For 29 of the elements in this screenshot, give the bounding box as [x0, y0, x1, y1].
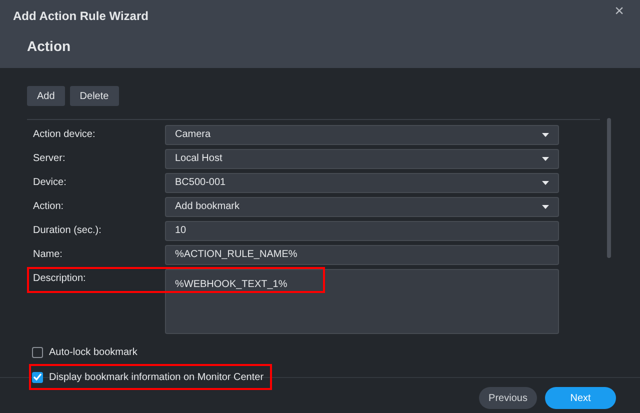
- caret-icon: [542, 157, 549, 161]
- field-label: Action device:: [32, 128, 96, 142]
- field-label: Device:: [32, 176, 68, 190]
- dropdown[interactable]: Camera: [165, 125, 559, 145]
- field-label: Duration (sec.):: [32, 224, 102, 238]
- previous-button[interactable]: Previous: [479, 387, 537, 409]
- toolbar-button[interactable]: Add: [27, 86, 65, 106]
- field-label: Name:: [32, 248, 64, 262]
- text-area[interactable]: %WEBHOOK_TEXT_1%: [165, 269, 559, 334]
- step-title: Action: [27, 37, 71, 56]
- checkbox-label: Display bookmark information on Monitor Center: [49, 370, 264, 384]
- caret-icon: [542, 181, 549, 185]
- field-label: Action:: [32, 200, 65, 214]
- caret-icon: [542, 205, 549, 209]
- dropdown[interactable]: Add bookmark: [165, 197, 559, 217]
- scrollbar[interactable]: [607, 118, 611, 258]
- checkbox[interactable]: [32, 372, 43, 382]
- close-button[interactable]: ×: [610, 4, 628, 20]
- dropdown[interactable]: BC500-001: [165, 173, 559, 193]
- caret-icon: [542, 133, 549, 137]
- input-field[interactable]: 10: [165, 221, 559, 241]
- checkbox-label: Auto-lock bookmark: [49, 346, 138, 360]
- window-title: Add Action Rule Wizard: [13, 8, 148, 25]
- checkbox[interactable]: [32, 346, 43, 358]
- field-label: Description:: [32, 272, 87, 286]
- input-field[interactable]: %ACTION_RULE_NAME%: [165, 245, 559, 265]
- toolbar-button[interactable]: Delete: [70, 86, 119, 106]
- field-label: Server:: [32, 152, 66, 166]
- dropdown[interactable]: Local Host: [165, 149, 559, 169]
